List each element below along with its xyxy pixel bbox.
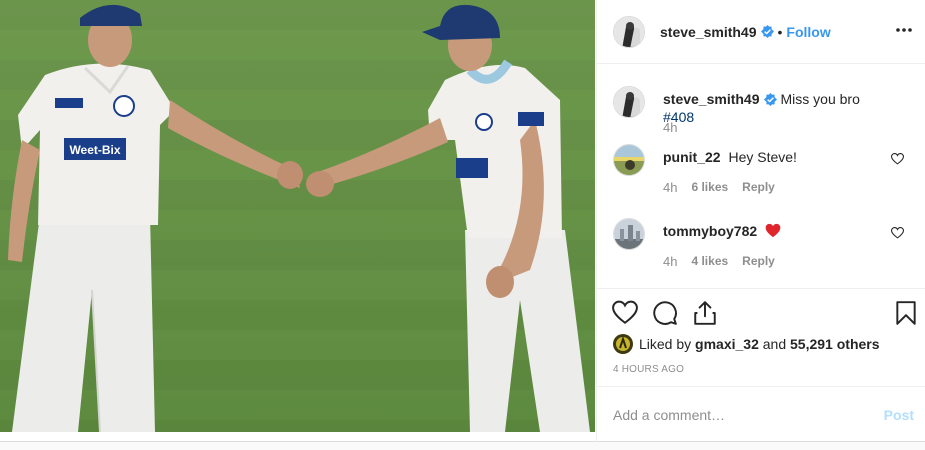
comments-list: steve_smith49 Miss you bro #408 4h punit…: [597, 64, 925, 288]
verified-badge-icon: [760, 25, 774, 38]
action-bar: [597, 288, 925, 334]
post-comment-button[interactable]: Post: [884, 407, 914, 423]
comment-time[interactable]: 4h: [663, 254, 677, 269]
comment-time[interactable]: 4h: [663, 180, 677, 195]
comment-icon[interactable]: [652, 300, 678, 326]
post-photo[interactable]: Weet-Bix: [0, 0, 595, 432]
comment-input[interactable]: [613, 405, 863, 425]
caption-avatar[interactable]: [613, 86, 645, 118]
liker-avatar-image: [613, 334, 633, 354]
heart-icon[interactable]: [612, 300, 638, 326]
bookmark-icon[interactable]: [893, 300, 919, 326]
red-heart-emoji-icon: [765, 223, 781, 238]
comment-likes[interactable]: 4 likes: [691, 254, 728, 269]
comment-avatar[interactable]: [613, 144, 645, 176]
follow-button[interactable]: Follow: [786, 24, 830, 40]
liked-by-line: Liked by gmaxi_32 and 55,291 others: [613, 332, 880, 356]
comment-body: tommyboy782: [663, 222, 883, 240]
more-options-icon[interactable]: [894, 22, 914, 38]
caption-text: Miss you bro: [780, 91, 860, 107]
comment-avatar-image: [614, 145, 644, 175]
caption-username[interactable]: steve_smith49: [663, 91, 760, 107]
verified-badge-icon: [763, 93, 777, 106]
add-comment-bar: Post: [597, 386, 925, 442]
instagram-post: Weet-Bix steve_smith49 • Follow steve_sm…: [0, 0, 925, 442]
post-timestamp[interactable]: 4 HOURS AGO: [613, 364, 684, 375]
comment-likes[interactable]: 6 likes: [691, 180, 728, 195]
post-side-panel: steve_smith49 • Follow steve_smith49 Mis…: [596, 0, 925, 442]
cricket-players-photo: Weet-Bix: [0, 0, 595, 432]
comment-reply-button[interactable]: Reply: [742, 254, 775, 269]
header-separator: •: [777, 23, 783, 40]
liked-by-prefix: Liked by: [639, 336, 692, 352]
liked-by-user[interactable]: gmaxi_32: [695, 336, 759, 352]
caption-meta: 4h: [663, 120, 677, 135]
jersey-logo-left: Weet-Bix: [69, 143, 120, 157]
small-heart-icon[interactable]: [891, 153, 904, 165]
caption-avatar-image: [614, 87, 644, 117]
comment-reply-button[interactable]: Reply: [742, 180, 775, 195]
liked-by-and: and: [762, 336, 787, 352]
post-header: steve_smith49 • Follow: [597, 0, 925, 64]
caption-time[interactable]: 4h: [663, 120, 677, 135]
liker-avatar[interactable]: [613, 334, 633, 354]
small-heart-icon[interactable]: [891, 227, 904, 239]
author-username[interactable]: steve_smith49: [660, 24, 757, 40]
comment-meta: 4h 4 likes Reply: [663, 254, 775, 269]
comment-body: punit_22 Hey Steve!: [663, 148, 883, 166]
comment-text: Hey Steve!: [728, 149, 797, 165]
comment-meta: 4h 6 likes Reply: [663, 180, 775, 195]
comment-username[interactable]: tommyboy782: [663, 223, 757, 239]
comment-avatar-image: [614, 219, 644, 249]
comment-username[interactable]: punit_22: [663, 149, 721, 165]
share-icon[interactable]: [692, 300, 718, 326]
liked-by-others[interactable]: 55,291 others: [790, 336, 880, 352]
author-avatar-image: [614, 16, 644, 47]
author-avatar[interactable]: [613, 15, 645, 48]
caption-body: steve_smith49 Miss you bro #408: [663, 90, 883, 126]
comment-avatar[interactable]: [613, 218, 645, 250]
